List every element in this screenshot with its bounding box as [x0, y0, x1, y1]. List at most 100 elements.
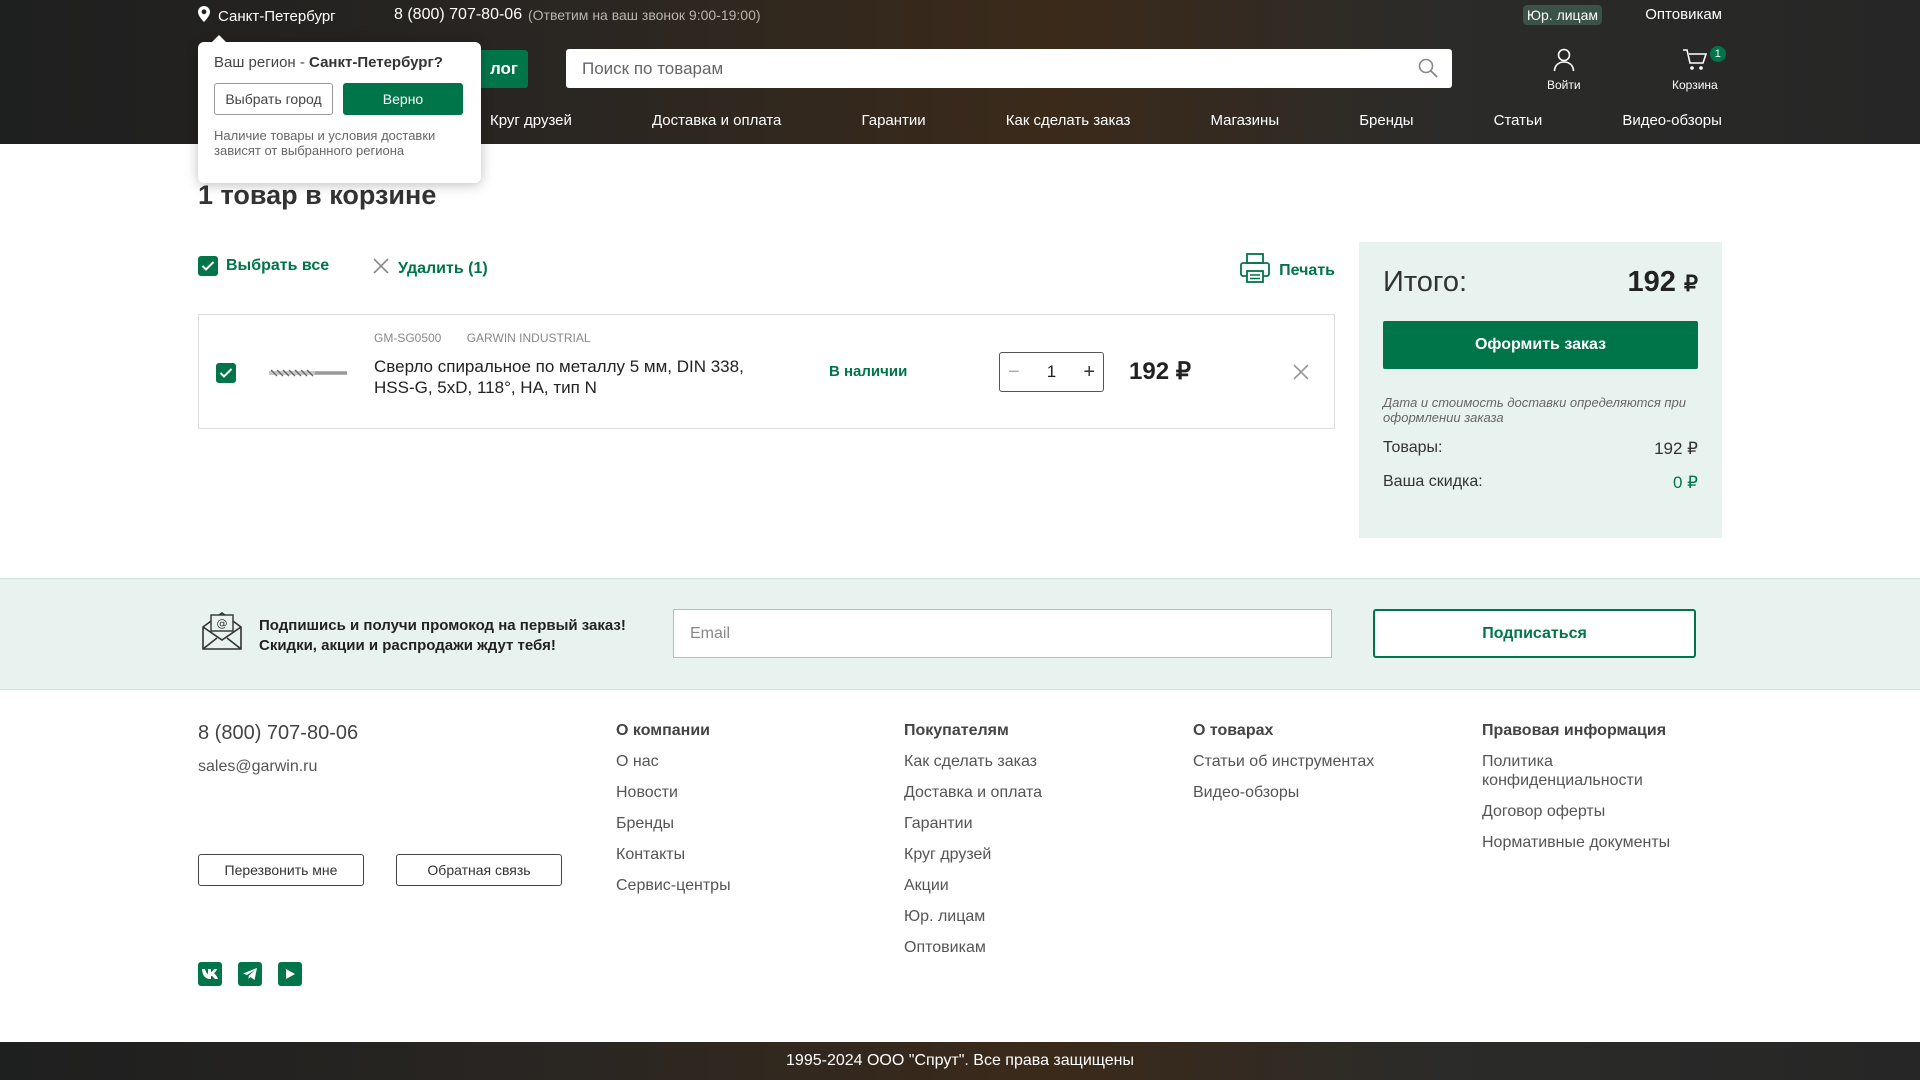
header-phone[interactable]: 8 (800) 707-80-06 — [394, 6, 522, 24]
cart-item: GM-SG0500 GARWIN INDUSTRIAL Сверло спира… — [198, 314, 1335, 429]
youtube-icon[interactable] — [278, 962, 302, 986]
subscribe-button[interactable]: Подписаться — [1373, 609, 1696, 658]
footer-link[interactable]: Нормативные документы — [1482, 833, 1692, 852]
footer-link[interactable]: Политика конфиденциальности — [1482, 752, 1692, 790]
footer-col-title: Покупателям — [904, 722, 1009, 739]
nav-item-brands[interactable]: Бренды — [1359, 112, 1413, 129]
callback-button[interactable]: Перезвонить мне — [198, 854, 364, 886]
checkout-button[interactable]: Оформить заказ — [1383, 321, 1698, 369]
checkbox-checked-icon[interactable] — [198, 256, 218, 276]
item-price: 192 ₽ — [1129, 358, 1191, 385]
print-label: Печать — [1279, 261, 1335, 279]
delete-selected-label: Удалить (1) — [398, 259, 488, 277]
footer-link[interactable]: Оптовикам — [904, 938, 1042, 957]
subscribe-section: @ Подпишись и получи промокод на первый … — [0, 578, 1920, 690]
nav-item-guarantees[interactable]: Гарантии — [861, 112, 925, 129]
wholesale-link[interactable]: Оптовикам — [1645, 6, 1722, 23]
confirm-city-button[interactable]: Верно — [343, 83, 463, 115]
email-field[interactable] — [673, 609, 1332, 658]
item-name-link[interactable]: Сверло спиральное по металлу 5 мм, DIN 3… — [374, 356, 754, 398]
item-checkbox[interactable] — [216, 363, 236, 383]
social-links — [198, 962, 302, 986]
footer-link[interactable]: Как сделать заказ — [904, 752, 1042, 771]
drill-bit-image[interactable] — [269, 365, 347, 381]
nav-item-articles[interactable]: Статьи — [1494, 112, 1543, 129]
footer-link[interactable]: Сервис-центры — [616, 876, 731, 895]
copyright-bar: 1995-2024 ООО "Спрут". Все права защищен… — [0, 1042, 1920, 1080]
print-button[interactable]: Печать — [1239, 252, 1335, 289]
nav-item-friends[interactable]: Круг друзей — [490, 112, 572, 129]
footer-link[interactable]: Новости — [616, 783, 731, 802]
footer-col-title: Правовая информация — [1482, 722, 1667, 739]
footer-link[interactable]: О нас — [616, 752, 731, 771]
footer-link[interactable]: Юр. лицам — [904, 907, 1042, 926]
region-question-prefix: Ваш регион - — [214, 54, 310, 71]
printer-icon — [1239, 252, 1271, 289]
footer-link[interactable]: Видео-обзоры — [1193, 783, 1374, 802]
cart-count-badge: 1 — [1709, 46, 1726, 62]
nav-item-delivery[interactable]: Доставка и оплата — [652, 112, 781, 129]
discount-value: 0 ₽ — [1673, 473, 1698, 492]
region-question: Ваш регион - Санкт-Петербург? — [214, 54, 465, 71]
footer-link[interactable]: Акции — [904, 876, 1042, 895]
user-icon — [1553, 48, 1575, 75]
minus-icon[interactable]: − — [1008, 361, 1020, 384]
feedback-button[interactable]: Обратная связь — [396, 854, 562, 886]
login-label: Войти — [1547, 78, 1581, 92]
telegram-icon[interactable] — [238, 962, 262, 986]
footer-phone[interactable]: 8 (800) 707-80-06 — [198, 722, 358, 745]
quantity-stepper: − 1 + — [999, 352, 1104, 392]
topbar: Санкт-Петербург 8 (800) 707-80-06 (Ответ… — [198, 0, 1722, 30]
goods-label: Товары: — [1383, 439, 1443, 456]
city-name: Санкт-Петербург — [218, 7, 336, 25]
plus-icon[interactable]: + — [1083, 361, 1095, 384]
select-all-toggle[interactable]: Выбрать все — [198, 256, 329, 276]
footer-link[interactable]: Контакты — [616, 845, 731, 864]
cart-button[interactable]: 1 Корзина — [1672, 46, 1726, 92]
page: Санкт-Петербург 8 (800) 707-80-06 (Ответ… — [0, 0, 1920, 1080]
main-nav: Круг друзей Доставка и оплата Гарантии К… — [490, 112, 1722, 129]
quantity-value[interactable]: 1 — [1047, 362, 1056, 382]
subscribe-text: Подпишись и получи промокод на первый за… — [259, 616, 626, 656]
search-icon[interactable] — [1418, 58, 1438, 83]
delivery-note: Дата и стоимость доставки определяются п… — [1383, 395, 1686, 425]
cart-label: Корзина — [1672, 78, 1718, 92]
region-note: Наличие товары и условия доставки завися… — [214, 128, 436, 158]
legal-entities-link[interactable]: Юр. лицам — [1522, 5, 1602, 25]
location-pin-icon — [198, 6, 210, 26]
login-button[interactable]: Войти — [1547, 48, 1581, 92]
total-value: 192 ₽ — [1628, 266, 1698, 299]
item-sku: GM-SG0500 — [374, 331, 442, 345]
goods-row: Товары: 192 ₽ — [1383, 439, 1698, 459]
footer-link[interactable]: Гарантии — [904, 814, 1042, 833]
total-amount: 192 — [1627, 266, 1676, 298]
footer-link[interactable]: Договор оферты — [1482, 802, 1692, 821]
delete-selected-button[interactable]: Удалить (1) — [372, 257, 488, 280]
search-input[interactable] — [566, 58, 1366, 79]
footer-link[interactable]: Статьи об инструментах — [1193, 752, 1374, 771]
remove-item-icon[interactable] — [1292, 363, 1310, 386]
phone-hours-note: (Ответим на ваш звонок 9:00-19:00) — [528, 7, 761, 23]
site-footer: 8 (800) 707-80-06 sales@garwin.ru Перезв… — [0, 692, 1920, 1042]
region-question-city: Санкт-Петербург? — [309, 54, 443, 71]
city-selector[interactable]: Санкт-Петербург — [198, 6, 336, 26]
svg-text:@: @ — [217, 617, 228, 630]
copyright-text: 1995-2024 ООО "Спрут". Все права защищен… — [786, 1052, 1134, 1069]
subscribe-text-line2: Скидки, акции и распродажи ждут тебя! — [259, 637, 556, 654]
footer-link[interactable]: Круг друзей — [904, 845, 1042, 864]
footer-email[interactable]: sales@garwin.ru — [198, 758, 317, 776]
footer-col-legal: Правовая информация Политика конфиденциа… — [1482, 722, 1692, 864]
vk-icon[interactable] — [198, 962, 222, 986]
nav-item-stores[interactable]: Магазины — [1210, 112, 1279, 129]
nav-item-how-to-order[interactable]: Как сделать заказ — [1006, 112, 1131, 129]
subscribe-text-line1: Подпишись и получи промокод на первый за… — [259, 617, 626, 634]
footer-col-title: О компании — [616, 722, 710, 739]
nav-item-video-reviews[interactable]: Видео-обзоры — [1622, 112, 1722, 129]
discount-label: Ваша скидка: — [1383, 473, 1483, 490]
choose-city-button[interactable]: Выбрать город — [214, 83, 333, 115]
footer-col-products: О товарах Статьи об инструментах Видео-о… — [1193, 722, 1374, 814]
footer-link[interactable]: Бренды — [616, 814, 731, 833]
footer-link[interactable]: Доставка и оплата — [904, 783, 1042, 802]
item-brand: GARWIN INDUSTRIAL — [466, 331, 591, 345]
footer-col-company: О компании О нас Новости Бренды Контакты… — [616, 722, 731, 907]
